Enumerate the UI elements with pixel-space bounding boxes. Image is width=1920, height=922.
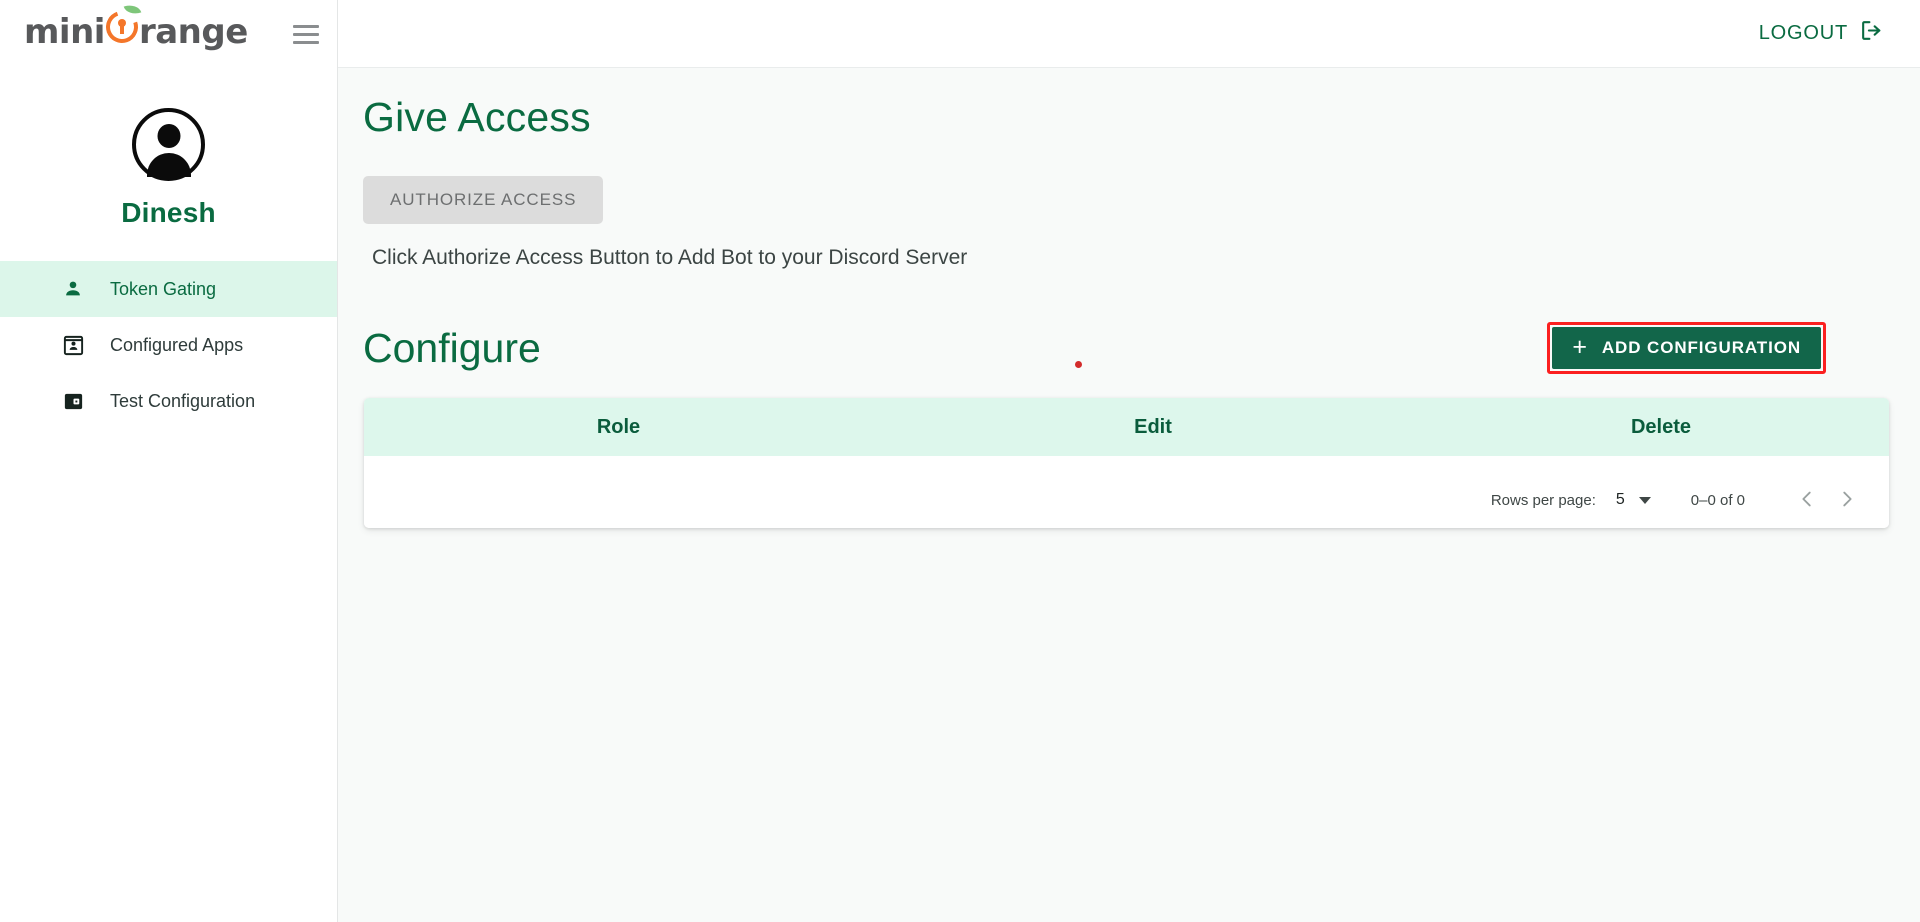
sidebar-item-test-configuration[interactable]: Test Configuration: [0, 373, 337, 429]
person-icon: [60, 278, 86, 300]
pagination-next-button[interactable]: [1827, 480, 1867, 520]
add-configuration-button[interactable]: + ADD CONFIGURATION: [1552, 327, 1821, 369]
sidebar-item-label: Configured Apps: [110, 335, 243, 356]
logout-button[interactable]: LOGOUT: [1759, 18, 1884, 49]
logo-text-mini: mini: [24, 15, 105, 49]
sidebar-item-label: Token Gating: [110, 279, 216, 300]
logo-text-range: range: [139, 15, 248, 49]
rows-per-page-label: Rows per page:: [1491, 492, 1596, 509]
pagination-range-label: 0–0 of 0: [1691, 492, 1745, 509]
add-configuration-highlight: + ADD CONFIGURATION: [1547, 322, 1826, 374]
miniorange-logo[interactable]: mini range: [24, 11, 248, 57]
page-title-give-access: Give Access: [363, 94, 1892, 141]
column-header-role: Role: [364, 416, 873, 439]
column-header-edit: Edit: [873, 416, 1433, 439]
table-header-row: Role Edit Delete: [364, 398, 1889, 456]
authorize-access-button[interactable]: AUTHORIZE ACCESS: [363, 176, 603, 224]
hamburger-menu-icon[interactable]: [293, 24, 319, 44]
sidebar-item-label: Test Configuration: [110, 391, 255, 412]
page-content: Give Access AUTHORIZE ACCESS Click Autho…: [338, 68, 1920, 922]
app-root: mini range Dinesh: [0, 0, 1920, 922]
topbar: LOGOUT: [338, 0, 1920, 68]
add-configuration-label: ADD CONFIGURATION: [1602, 338, 1801, 358]
app-card-icon: [60, 334, 86, 357]
section-title-configure: Configure: [363, 325, 541, 372]
test-config-icon: [60, 390, 86, 413]
chevron-right-icon: [1836, 488, 1858, 513]
chevron-down-icon: [1639, 497, 1651, 504]
column-header-delete: Delete: [1433, 416, 1889, 439]
chevron-left-icon: [1796, 488, 1818, 513]
main-area: LOGOUT Give Access AUTHORIZE ACCESS Clic…: [338, 0, 1920, 922]
rows-per-page-value: 5: [1616, 491, 1625, 509]
plus-icon: +: [1572, 335, 1588, 360]
user-avatar-icon: [132, 108, 205, 181]
sidebar-item-configured-apps[interactable]: Configured Apps: [0, 317, 337, 373]
pagination-prev-button[interactable]: [1787, 480, 1827, 520]
configure-header-row: Configure + ADD CONFIGURATION: [363, 322, 1892, 374]
logout-label: LOGOUT: [1759, 22, 1848, 45]
logout-arrow-icon: [1859, 18, 1884, 49]
sidebar-item-token-gating[interactable]: Token Gating: [0, 261, 337, 317]
configurations-table: Role Edit Delete Rows per page: 5 0–0 of…: [364, 398, 1889, 528]
sidebar-nav: Token Gating Configured Apps: [0, 261, 337, 429]
sidebar-profile: Dinesh: [0, 68, 337, 229]
sidebar: mini range Dinesh: [0, 0, 338, 922]
table-pagination: Rows per page: 5 0–0 of 0: [364, 472, 1889, 528]
profile-username: Dinesh: [0, 197, 337, 229]
miniorange-logo-icon: [106, 11, 138, 43]
cursor-marker: [1075, 361, 1082, 368]
brand-row: mini range: [0, 0, 337, 68]
rows-per-page-select[interactable]: 5: [1616, 491, 1651, 509]
authorize-hint-text: Click Authorize Access Button to Add Bot…: [372, 246, 1892, 270]
